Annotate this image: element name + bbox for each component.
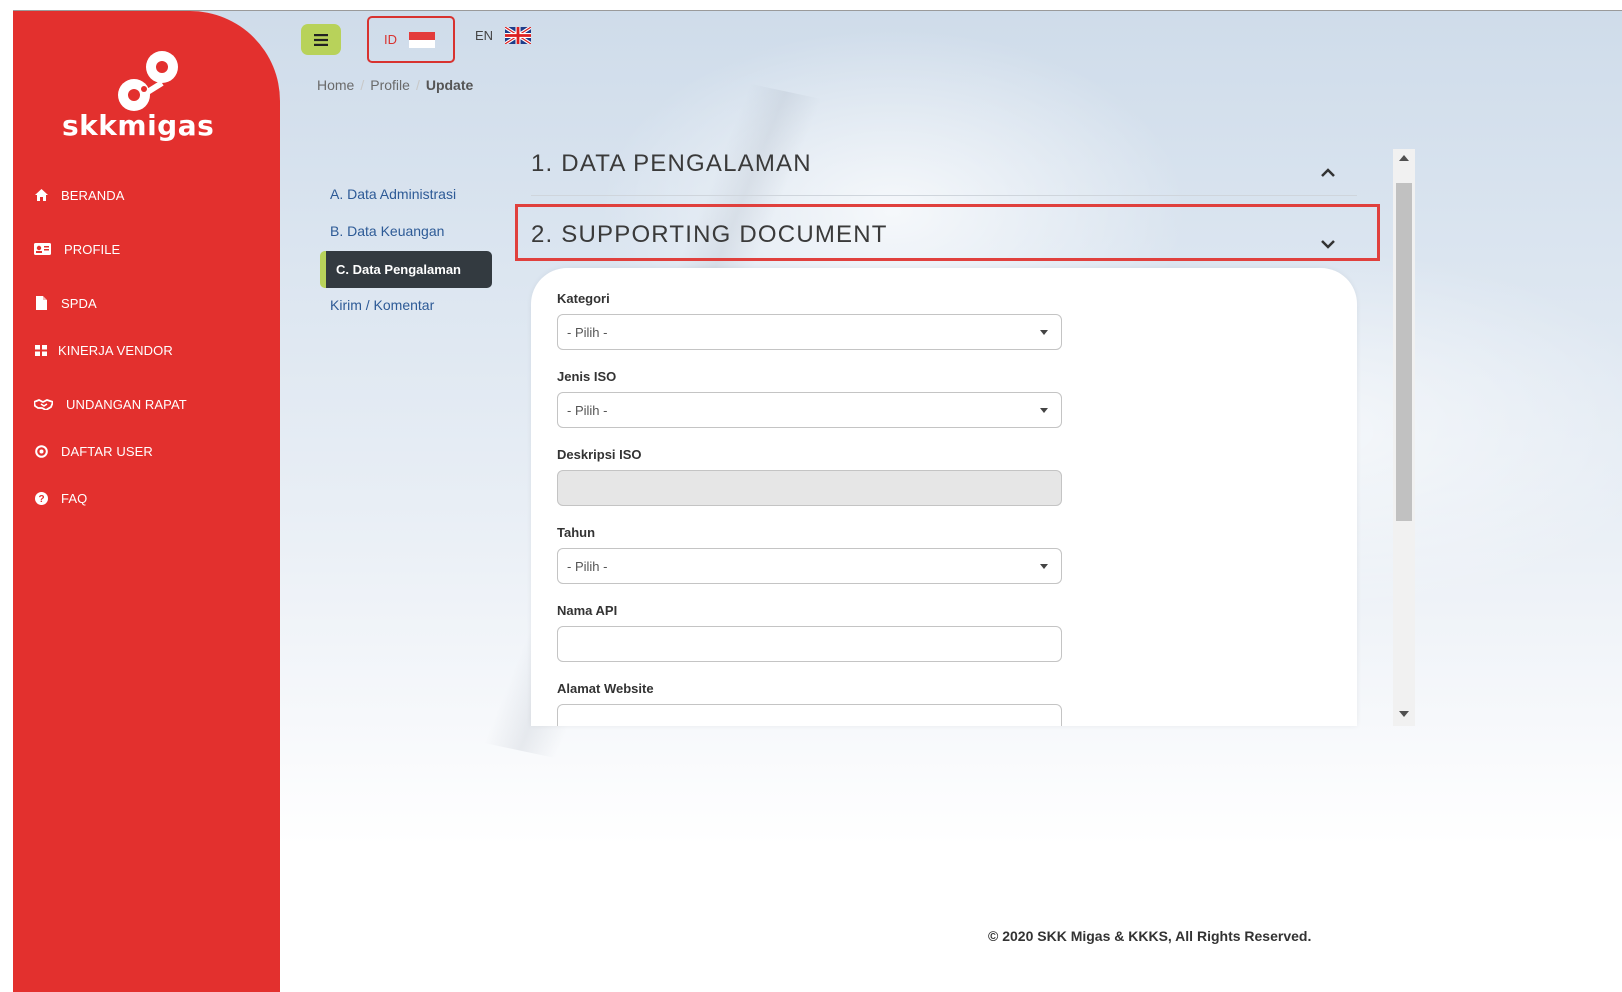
id-card-icon (33, 242, 52, 256)
sidebar-item-kinerja-vendor[interactable]: KINERJA VENDOR (33, 338, 173, 362)
subnav-data-administrasi[interactable]: A. Data Administrasi (330, 186, 456, 202)
sidebar-item-profile[interactable]: PROFILE (33, 237, 120, 261)
sidebar-item-label: SPDA (61, 295, 97, 311)
sidebar-item-daftar-user[interactable]: DAFTAR USER (33, 439, 153, 463)
breadcrumb-profile[interactable]: Profile (370, 77, 410, 93)
scroll-thumb[interactable] (1396, 183, 1412, 521)
sidebar-item-label: FAQ (61, 490, 88, 506)
alamat-website-label: Alamat Website (557, 681, 654, 696)
section-title-data-pengalaman[interactable]: 1. DATA PENGALAMAN (531, 150, 812, 178)
sidebar-item-label: UNDANGAN RAPAT (66, 396, 187, 412)
breadcrumb-current: Update (425, 77, 474, 93)
tahun-value: - Pilih - (567, 558, 608, 574)
indonesia-flag-icon (409, 31, 435, 48)
handshake-icon (33, 397, 53, 411)
sidebar-item-beranda[interactable]: BERANDA (33, 183, 125, 207)
sidebar-item-faq[interactable]: ? FAQ (33, 486, 87, 510)
brand-logo[interactable]: skkmigas (58, 41, 228, 151)
kategori-label: Kategori (557, 291, 610, 306)
breadcrumb: Home / Profile / Update (317, 77, 473, 93)
file-icon (33, 296, 49, 310)
language-option-en[interactable]: EN (475, 27, 532, 44)
kategori-value: - Pilih - (567, 324, 608, 340)
content-scrollbar[interactable] (1393, 149, 1415, 726)
kategori-select[interactable]: - Pilih - (557, 314, 1062, 350)
scroll-up-arrow-icon[interactable] (1399, 155, 1409, 161)
uk-flag-icon (505, 27, 532, 44)
scroll-down-arrow-icon[interactable] (1399, 711, 1409, 717)
subnav-data-pengalaman[interactable]: C. Data Pengalaman (320, 251, 492, 288)
caret-down-icon (1040, 330, 1048, 335)
deskripsi-iso-label: Deskripsi ISO (557, 447, 642, 462)
jenis-iso-label: Jenis ISO (557, 369, 617, 384)
language-code: EN (475, 28, 494, 43)
language-code: ID (384, 32, 397, 47)
brand-name: skkmigas (62, 109, 215, 142)
breadcrumb-home[interactable]: Home (317, 77, 354, 93)
breadcrumb-separator: / (415, 77, 420, 93)
alamat-website-input[interactable] (557, 704, 1062, 726)
sidebar: skkmigas BERANDA PROFILE SPDA KINERJA VE… (13, 11, 280, 992)
sidebar-item-label: PROFILE (64, 241, 121, 257)
hamburger-icon (314, 33, 328, 46)
section-divider (531, 195, 1357, 196)
caret-down-icon (1040, 564, 1048, 569)
chevron-up-icon[interactable] (1319, 167, 1337, 179)
subnav-kirim-komentar[interactable]: Kirim / Komentar (330, 297, 434, 313)
logo-mark-icon (118, 51, 178, 111)
sidebar-item-undangan-rapat[interactable]: UNDANGAN RAPAT (33, 392, 187, 416)
jenis-iso-select[interactable]: - Pilih - (557, 392, 1062, 428)
question-icon: ? (33, 491, 49, 505)
language-option-id[interactable]: ID (367, 16, 455, 63)
chevron-down-icon[interactable] (1319, 238, 1337, 250)
grid-icon (33, 343, 49, 357)
caret-down-icon (1040, 408, 1048, 413)
svg-text:?: ? (38, 494, 44, 505)
subnav-data-keuangan[interactable]: B. Data Keuangan (330, 223, 444, 239)
nama-api-label: Nama API (557, 603, 618, 618)
supporting-document-form: Kategori - Pilih - Jenis ISO - Pilih - D… (531, 268, 1357, 726)
jenis-iso-value: - Pilih - (567, 402, 608, 418)
sidebar-item-label: BERANDA (61, 187, 125, 203)
sidebar-item-spda[interactable]: SPDA (33, 291, 97, 315)
tahun-select[interactable]: - Pilih - (557, 548, 1062, 584)
tahun-label: Tahun (557, 525, 596, 540)
target-icon (33, 444, 49, 458)
footer-copyright: © 2020 SKK Migas & KKKS, All Rights Rese… (988, 928, 1312, 944)
section-title-supporting-document[interactable]: 2. SUPPORTING DOCUMENT (531, 221, 888, 249)
sidebar-item-label: KINERJA VENDOR (58, 342, 173, 358)
deskripsi-iso-input (557, 470, 1062, 506)
menu-toggle-button[interactable] (301, 24, 341, 55)
home-icon (33, 188, 49, 202)
sidebar-item-label: DAFTAR USER (61, 443, 153, 459)
breadcrumb-separator: / (360, 77, 365, 93)
nama-api-input[interactable] (557, 626, 1062, 662)
